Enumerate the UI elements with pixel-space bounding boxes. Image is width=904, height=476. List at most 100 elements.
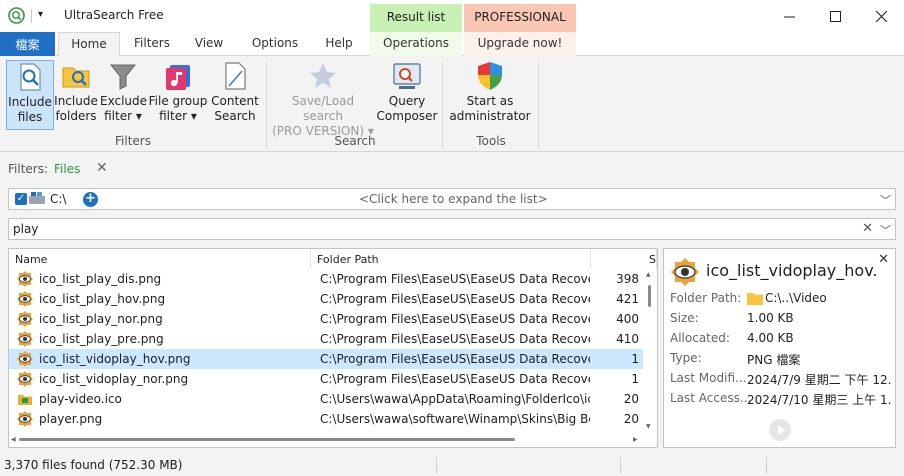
tab-operations[interactable]: Operations bbox=[370, 32, 462, 56]
star-icon bbox=[310, 63, 336, 88]
group-separator bbox=[442, 62, 443, 148]
tab-help[interactable]: Help bbox=[316, 32, 362, 56]
drive-checkbox[interactable]: ✓ bbox=[15, 193, 27, 205]
drive-selector[interactable]: ✓ C:\ + <Click here to expand the list> … bbox=[8, 188, 896, 210]
query-composer-label-2: Composer bbox=[376, 109, 438, 123]
quick-access-separator bbox=[31, 9, 32, 23]
preview-title: ico_list_vidoplay_hov... bbox=[706, 261, 876, 280]
play-icon bbox=[778, 425, 785, 435]
row-name: ico_list_vidoplay_nor.png bbox=[39, 372, 189, 386]
table-row[interactable]: ico_list_vidoplay_nor.png C:\Program File… bbox=[9, 369, 657, 389]
quick-access-dropdown-icon[interactable]: ▾ bbox=[38, 9, 43, 20]
table-row[interactable]: ico_list_play_hov.png C:\Program Files\Ea… bbox=[9, 289, 657, 309]
tab-home[interactable]: Home bbox=[58, 32, 120, 57]
minimize-button[interactable] bbox=[766, 0, 812, 32]
add-location-icon[interactable]: + bbox=[83, 192, 98, 207]
column-header-folder-path[interactable]: Folder Path bbox=[311, 249, 591, 269]
tab-filters[interactable]: Filters bbox=[124, 32, 180, 56]
ribbon-tab-row: 檔案 Home Filters View Options Help Operat… bbox=[0, 32, 904, 84]
horizontal-scroll-thumb[interactable] bbox=[19, 438, 515, 441]
start-admin-label-2: administrator bbox=[449, 109, 531, 123]
start-as-admin-button[interactable]: Start as administrator bbox=[448, 60, 532, 130]
eye-file-icon bbox=[17, 411, 33, 427]
content-search-icon bbox=[225, 62, 246, 90]
row-size: 398 bbox=[616, 272, 639, 286]
scroll-right-icon[interactable]: ▶ bbox=[633, 436, 638, 443]
remove-filter-icon[interactable]: ✕ bbox=[96, 160, 108, 176]
column-header-size[interactable]: S bbox=[591, 249, 657, 269]
row-size: 20 bbox=[623, 392, 639, 406]
row-folder-path: C:\Program Files\EaseUS\EaseUS Data Reco… bbox=[320, 272, 590, 286]
query-composer-label-1: Query bbox=[388, 94, 426, 108]
vertical-scrollbar[interactable]: ▲ ▼ bbox=[643, 269, 657, 433]
row-size: 20 bbox=[623, 412, 639, 426]
scroll-left-icon[interactable]: ◀ bbox=[11, 436, 16, 443]
expand-list-hint[interactable]: <Click here to expand the list> bbox=[359, 192, 548, 206]
row-folder-path: C:\Program Files\EaseUS\EaseUS Data Reco… bbox=[320, 352, 590, 366]
row-name: ico_list_play_dis.png bbox=[39, 272, 162, 286]
eye-file-icon bbox=[17, 371, 33, 387]
filter-tag-files[interactable]: Files bbox=[54, 162, 80, 176]
status-files-found: 3,370 files found (752.30 MB) bbox=[4, 458, 183, 472]
preview-pane: ico_list_vidoplay_hov... ✕ Folder Path: C… bbox=[663, 248, 896, 448]
tab-upgrade[interactable]: Upgrade now! bbox=[464, 32, 576, 56]
scroll-up-icon[interactable]: ▲ bbox=[646, 271, 651, 278]
start-admin-label-1: Start as bbox=[466, 94, 514, 108]
column-header-name[interactable]: Name bbox=[9, 249, 311, 269]
table-row[interactable]: player.png C:\Users\wawa\software\Winamp\… bbox=[9, 409, 657, 429]
maximize-icon bbox=[829, 10, 841, 22]
close-preview-icon[interactable]: ✕ bbox=[878, 252, 889, 267]
eye-file-icon bbox=[17, 351, 33, 367]
maximize-button[interactable] bbox=[812, 0, 858, 32]
search-query[interactable]: play bbox=[13, 222, 38, 236]
row-name: ico_list_play_hov.png bbox=[39, 292, 166, 306]
preview-field-value: PNG 檔案 bbox=[747, 353, 801, 367]
row-folder-path: C:\Program Files\EaseUS\EaseUS Data Reco… bbox=[320, 332, 590, 346]
include-folders-button[interactable]: Include folders bbox=[54, 60, 98, 130]
tab-file[interactable]: 檔案 bbox=[0, 32, 55, 56]
row-folder-path: C:\Users\wawa\AppData\Roaming\FolderIco\… bbox=[320, 392, 590, 406]
filters-label: Filters: bbox=[8, 162, 49, 176]
chevron-down-icon[interactable]: ﹀ bbox=[880, 222, 891, 238]
music-note-icon bbox=[166, 65, 190, 90]
include-files-button[interactable]: Include files bbox=[6, 60, 54, 130]
tab-options[interactable]: Options bbox=[244, 32, 306, 56]
chevron-down-icon[interactable]: ﹀ bbox=[880, 192, 891, 208]
scroll-down-icon[interactable]: ▼ bbox=[646, 423, 651, 430]
search-input[interactable]: play ✕ ﹀ bbox=[8, 218, 896, 240]
vertical-scroll-thumb[interactable] bbox=[648, 285, 651, 307]
table-row[interactable]: ico_list_play_nor.png C:\Program Files\Ea… bbox=[9, 309, 657, 329]
table-row[interactable]: play-video.ico C:\Users\wawa\AppData\Roam… bbox=[9, 389, 657, 409]
close-window-button[interactable] bbox=[858, 0, 904, 32]
window-title: UltraSearch Free bbox=[64, 8, 164, 22]
status-separator bbox=[620, 457, 621, 473]
query-composer-button[interactable]: Query Composer bbox=[376, 60, 438, 130]
content-search-button[interactable]: Content Search bbox=[210, 60, 260, 130]
preview-field-value: 2024/7/9 星期二 下午 12... bbox=[747, 373, 891, 387]
preview-field-label: Folder Path: bbox=[670, 291, 742, 305]
horizontal-scrollbar[interactable]: ◀ ▶ bbox=[9, 433, 643, 447]
exclude-filter-button[interactable]: Exclude filter ▾ bbox=[100, 60, 148, 130]
play-preview-button[interactable] bbox=[769, 419, 791, 441]
row-size: 400 bbox=[616, 312, 639, 326]
table-row[interactable]: ico_list_play_dis.png C:\Program Files\Ea… bbox=[9, 269, 657, 289]
file-group-filter-label-1: File group bbox=[148, 94, 208, 108]
preview-field-label: Last Modifi... bbox=[670, 371, 747, 385]
clear-search-icon[interactable]: ✕ bbox=[862, 221, 873, 236]
eye-file-icon bbox=[17, 311, 33, 327]
context-tab-professional: PROFESSIONAL bbox=[464, 4, 576, 32]
eye-file-icon bbox=[17, 331, 33, 347]
close-icon bbox=[875, 10, 887, 22]
active-filters-bar: Filters: Files ✕ bbox=[0, 152, 904, 186]
eye-file-icon bbox=[671, 258, 699, 286]
results-list[interactable]: Name Folder Path S ico_list_play_dis.png… bbox=[8, 248, 658, 448]
query-composer-icon bbox=[393, 63, 421, 89]
exclude-filter-label-1: Exclude bbox=[100, 94, 148, 108]
tab-view[interactable]: View bbox=[186, 32, 232, 56]
row-folder-path: C:\Users\wawa\software\Winamp\Skins\Big … bbox=[320, 412, 590, 426]
status-separator bbox=[436, 457, 437, 473]
table-row[interactable]: ico_list_vidoplay_hov.png C:\Program File… bbox=[9, 349, 657, 369]
file-group-filter-button[interactable]: File group filter ▾ bbox=[148, 60, 208, 130]
row-name: player.png bbox=[39, 412, 103, 426]
table-row[interactable]: ico_list_play_pre.png C:\Program Files\Ea… bbox=[9, 329, 657, 349]
